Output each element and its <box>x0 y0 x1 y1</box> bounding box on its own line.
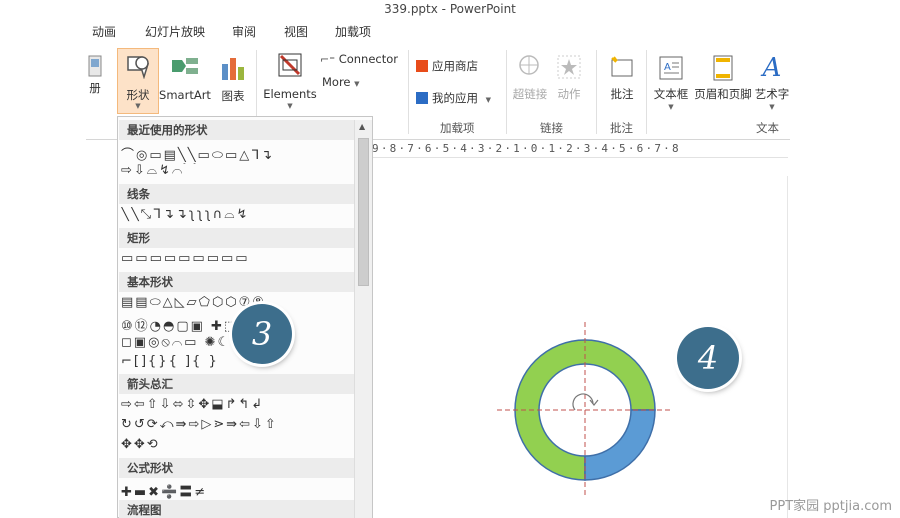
connector-label: Connector <box>338 52 399 66</box>
chevron-down-icon: ▼ <box>135 102 141 110</box>
category-flowchart: 流程图 <box>119 500 354 518</box>
globe-link-icon <box>519 55 539 75</box>
shape-row-arrows-2[interactable]: ↻↺⟳⤺⇛⇨▷⋗⇛⇦⇩⇧ <box>121 417 353 435</box>
category-equation-shapes: 公式形状 <box>119 458 354 478</box>
elements-icon <box>278 53 302 77</box>
textbox-label: 文本框 <box>653 87 689 101</box>
category-lines: 线条 <box>119 184 354 204</box>
ribbon-tabs: 动画 幻灯片放映 审阅 视图 加载项 <box>0 20 900 44</box>
watermark: PPT家园 pptjia.com <box>769 499 892 514</box>
donut-slice-1[interactable] <box>584 409 656 481</box>
horizontal-ruler: 9·8·7·6·5·4·3·2·1·0·1·2·3·4·5·6·7·8 <box>372 140 788 158</box>
connector-icon: ⌐⁼ <box>320 53 336 66</box>
header-footer-icon <box>713 55 733 81</box>
shape-row-arrows-3[interactable]: ✥✥⟲ <box>121 437 353 455</box>
scroll-thumb[interactable] <box>358 138 369 286</box>
chevron-down-icon: ▼ <box>485 96 492 104</box>
more-label: More <box>322 75 351 89</box>
rotate-handle-icon[interactable] <box>572 393 594 411</box>
wordart-icon: A <box>762 54 782 83</box>
step-badge-4: 4 <box>677 327 739 389</box>
photo-album-label: 册 <box>89 81 101 95</box>
shape-row-recent-1[interactable]: ⌒◎▭▤╲╲▭⬭▭△ᒣ↴ <box>121 144 353 162</box>
action-button[interactable]: 动作 <box>554 54 584 102</box>
shapes-icon <box>127 56 150 79</box>
comment-label: 批注 <box>610 87 634 101</box>
connector-button[interactable]: ⌐⁼ Connector <box>320 52 398 66</box>
photo-album-icon <box>88 55 102 77</box>
my-apps-icon <box>416 92 428 104</box>
tab-animations[interactable]: 动画 <box>92 23 116 40</box>
comments-group-label: 批注 <box>610 121 633 135</box>
window-title: 339.pptx - PowerPoint <box>384 2 516 16</box>
my-apps-label: 我的应用 <box>432 91 478 105</box>
my-apps-button[interactable]: 我的应用 ▼ <box>416 90 491 106</box>
store-button[interactable]: 应用商店 <box>416 58 478 74</box>
more-button[interactable]: More ▼ <box>322 75 360 89</box>
rotate-arrow-icon <box>589 399 599 406</box>
chart-button[interactable]: 图表 <box>216 54 250 104</box>
chart-icon <box>222 58 244 80</box>
scroll-up-icon[interactable]: ▲ <box>359 122 365 131</box>
smartart-icon <box>172 58 198 74</box>
elements-button[interactable]: Elements ▼ <box>262 52 318 110</box>
tab-slideshow[interactable]: 幻灯片放映 <box>145 23 205 40</box>
comment-button[interactable]: 批注 <box>604 54 640 102</box>
text-group-label: 文本 <box>756 121 779 135</box>
tab-view[interactable]: 视图 <box>284 23 308 40</box>
shape-row-basic-4[interactable]: ⌐[]{}{ ]{ } <box>121 354 353 372</box>
photo-album-button[interactable]: 册 <box>86 54 104 96</box>
hyperlink-label: 超链接 <box>512 87 548 101</box>
shape-row-rect-1[interactable]: ▭▭▭▭▭▭▭▭▭ <box>121 251 353 269</box>
shape-row-basic-1[interactable]: ▤▤⬭△◺▱⬠⬡⬡⑦⑧ <box>121 295 353 313</box>
shape-row-arrows-1[interactable]: ⇨⇦⇧⇩⬄⇳✥⬓↱↰↲ <box>121 397 353 415</box>
smartart-button[interactable]: SmartArt <box>159 54 211 102</box>
smartart-label: SmartArt <box>159 88 211 102</box>
action-label: 动作 <box>557 87 581 101</box>
step-badge-3: 3 <box>232 304 292 364</box>
ribbon-separator <box>646 50 647 134</box>
header-footer-label: 页眉和页脚 <box>694 87 752 101</box>
category-block-arrows: 箭头总汇 <box>119 374 354 394</box>
shapes-label: 形状 <box>126 88 150 102</box>
chevron-down-icon: ▼ <box>668 103 674 111</box>
chevron-down-icon: ▼ <box>354 80 360 88</box>
shape-row-equation-1[interactable]: ✚▬✖➗〓≠ <box>121 481 353 499</box>
links-group-label: 链接 <box>540 121 563 135</box>
store-icon <box>416 60 428 72</box>
store-label: 应用商店 <box>432 59 478 73</box>
textbox-icon: A <box>659 56 683 80</box>
wordart-label: 艺术字 <box>754 87 790 101</box>
chevron-down-icon: ▼ <box>769 103 775 111</box>
donut-chart <box>497 322 673 498</box>
textbox-button[interactable]: A 文本框 ▼ <box>652 54 690 111</box>
tab-addins[interactable]: 加载项 <box>335 23 371 40</box>
shapes-button[interactable]: 形状 ▼ <box>117 48 159 114</box>
header-footer-button[interactable]: 页眉和页脚 <box>692 54 754 102</box>
comment-icon <box>611 56 633 77</box>
shape-row-lines-1[interactable]: ╲╲⤡ᒣ↴↴ʅʅʅ∩⌓↯ <box>121 207 353 225</box>
elements-label: Elements <box>263 87 317 101</box>
category-basic-shapes: 基本形状 <box>119 272 354 292</box>
category-recent-shapes: 最近使用的形状 <box>119 120 354 140</box>
ribbon-separator <box>596 50 597 134</box>
panel-scrollbar[interactable]: ▲ <box>354 120 372 518</box>
shape-row-recent-2[interactable]: ⇨⇩⌓↯⌒⁀ <box>121 163 353 181</box>
ribbon-separator <box>408 50 409 134</box>
hyperlink-button[interactable]: 超链接 <box>512 54 548 102</box>
star-action-icon <box>557 55 581 79</box>
chevron-down-icon: ▼ <box>287 102 293 110</box>
chart-label: 图表 <box>221 89 245 103</box>
ribbon-separator <box>506 50 507 134</box>
wordart-button[interactable]: A 艺术字 ▼ <box>754 54 790 111</box>
addins-group-label: 加载项 <box>440 121 475 135</box>
tab-review[interactable]: 审阅 <box>232 23 256 40</box>
svg-text:A: A <box>664 62 671 73</box>
category-rectangles: 矩形 <box>119 228 354 248</box>
